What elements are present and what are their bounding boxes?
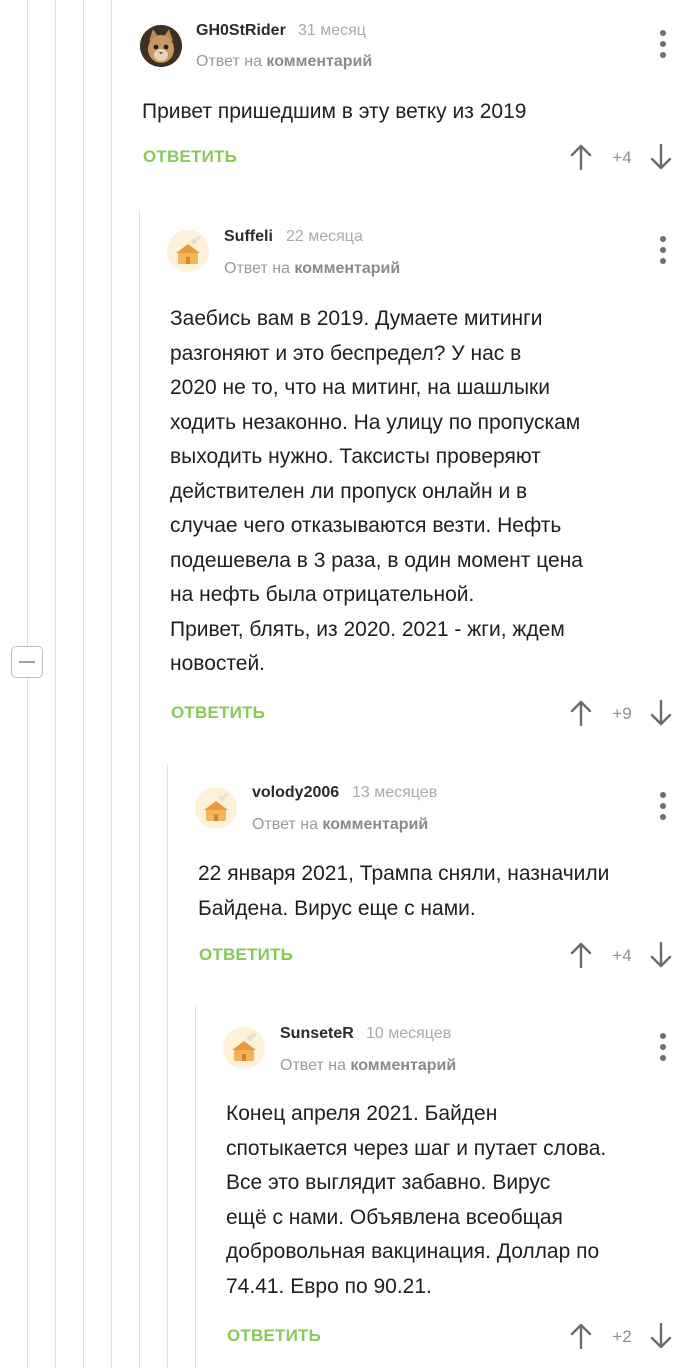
reply-button[interactable]: ОТВЕТИТЬ: [143, 147, 237, 167]
thread-line: [83, 0, 84, 1368]
reply-button[interactable]: ОТВЕТИТЬ: [227, 1326, 321, 1346]
comment-rating: +2: [612, 1327, 632, 1346]
reply-to-prefix: Ответ на: [252, 816, 318, 833]
default-avatar[interactable]: [167, 230, 209, 272]
reply-to-prefix: Ответ на: [224, 260, 290, 277]
reply-button[interactable]: ОТВЕТИТЬ: [199, 945, 293, 965]
comment-author[interactable]: volody2006: [252, 784, 339, 802]
comment: volody2006 13 месяцев Ответ на комментар…: [168, 765, 700, 995]
default-avatar[interactable]: [223, 1027, 265, 1069]
comment-text: Конец апреля 2021. Байден спотыкается че…: [226, 1102, 607, 1298]
more-icon[interactable]: [656, 792, 670, 820]
comment-author[interactable]: Suffeli: [224, 228, 273, 246]
arrow-down-icon[interactable]: [650, 1323, 672, 1349]
more-icon[interactable]: [656, 236, 670, 264]
more-icon[interactable]: [656, 30, 670, 58]
reply-to-link[interactable]: комментарий: [294, 260, 400, 277]
arrow-up-icon[interactable]: [570, 1323, 592, 1349]
more-icon[interactable]: [656, 1033, 670, 1061]
comment-rating: +9: [612, 704, 632, 723]
comment-rating: +4: [612, 946, 632, 965]
reply-button[interactable]: ОТВЕТИТЬ: [171, 703, 265, 723]
cat-avatar[interactable]: [140, 25, 182, 67]
arrow-down-icon[interactable]: [650, 144, 672, 170]
comment: SunseteR 10 месяцев Ответ на комментарий…: [196, 1005, 700, 1368]
comment: GH0StRider 31 месяц Ответ на комментарий…: [112, 0, 700, 200]
thread-line: [111, 0, 112, 1368]
comment-time: 31 месяц: [298, 22, 366, 39]
comment-rating: +4: [612, 148, 632, 167]
arrow-up-icon[interactable]: [570, 144, 592, 170]
arrow-up-icon[interactable]: [570, 942, 592, 968]
arrow-down-icon[interactable]: [650, 700, 672, 726]
arrow-down-icon[interactable]: [650, 942, 672, 968]
reply-to: Ответ на комментарий: [252, 816, 428, 834]
reply-to-link[interactable]: комментарий: [322, 816, 428, 833]
comment-author[interactable]: SunseteR: [280, 1025, 354, 1043]
comment-text: Заебись вам в 2019. Думаете митинги разг…: [170, 307, 583, 675]
reply-to: Ответ на комментарий: [280, 1057, 456, 1075]
collapse-thread-button[interactable]: [11, 646, 43, 678]
comment-text: 22 января 2021, Трампа сняли, назначили …: [198, 862, 610, 920]
comment-author[interactable]: GH0StRider: [196, 22, 286, 40]
comment-time: 22 месяца: [286, 228, 363, 245]
comment: Suffeli 22 месяца Ответ на комментарий З…: [140, 210, 700, 750]
arrow-up-icon[interactable]: [570, 700, 592, 726]
default-avatar[interactable]: [195, 787, 237, 829]
reply-to-link[interactable]: комментарий: [350, 1057, 456, 1074]
comment-text: Привет пришедшим в эту ветку из 2019: [142, 100, 527, 123]
reply-to-prefix: Ответ на: [196, 53, 262, 70]
reply-to: Ответ на комментарий: [196, 53, 372, 71]
reply-to: Ответ на комментарий: [224, 260, 400, 278]
thread-line: [27, 0, 28, 1368]
comment-time: 10 месяцев: [366, 1025, 452, 1042]
reply-to-link[interactable]: комментарий: [266, 53, 372, 70]
reply-to-prefix: Ответ на: [280, 1057, 346, 1074]
thread-line: [55, 0, 56, 1368]
comment-time: 13 месяцев: [352, 784, 438, 801]
